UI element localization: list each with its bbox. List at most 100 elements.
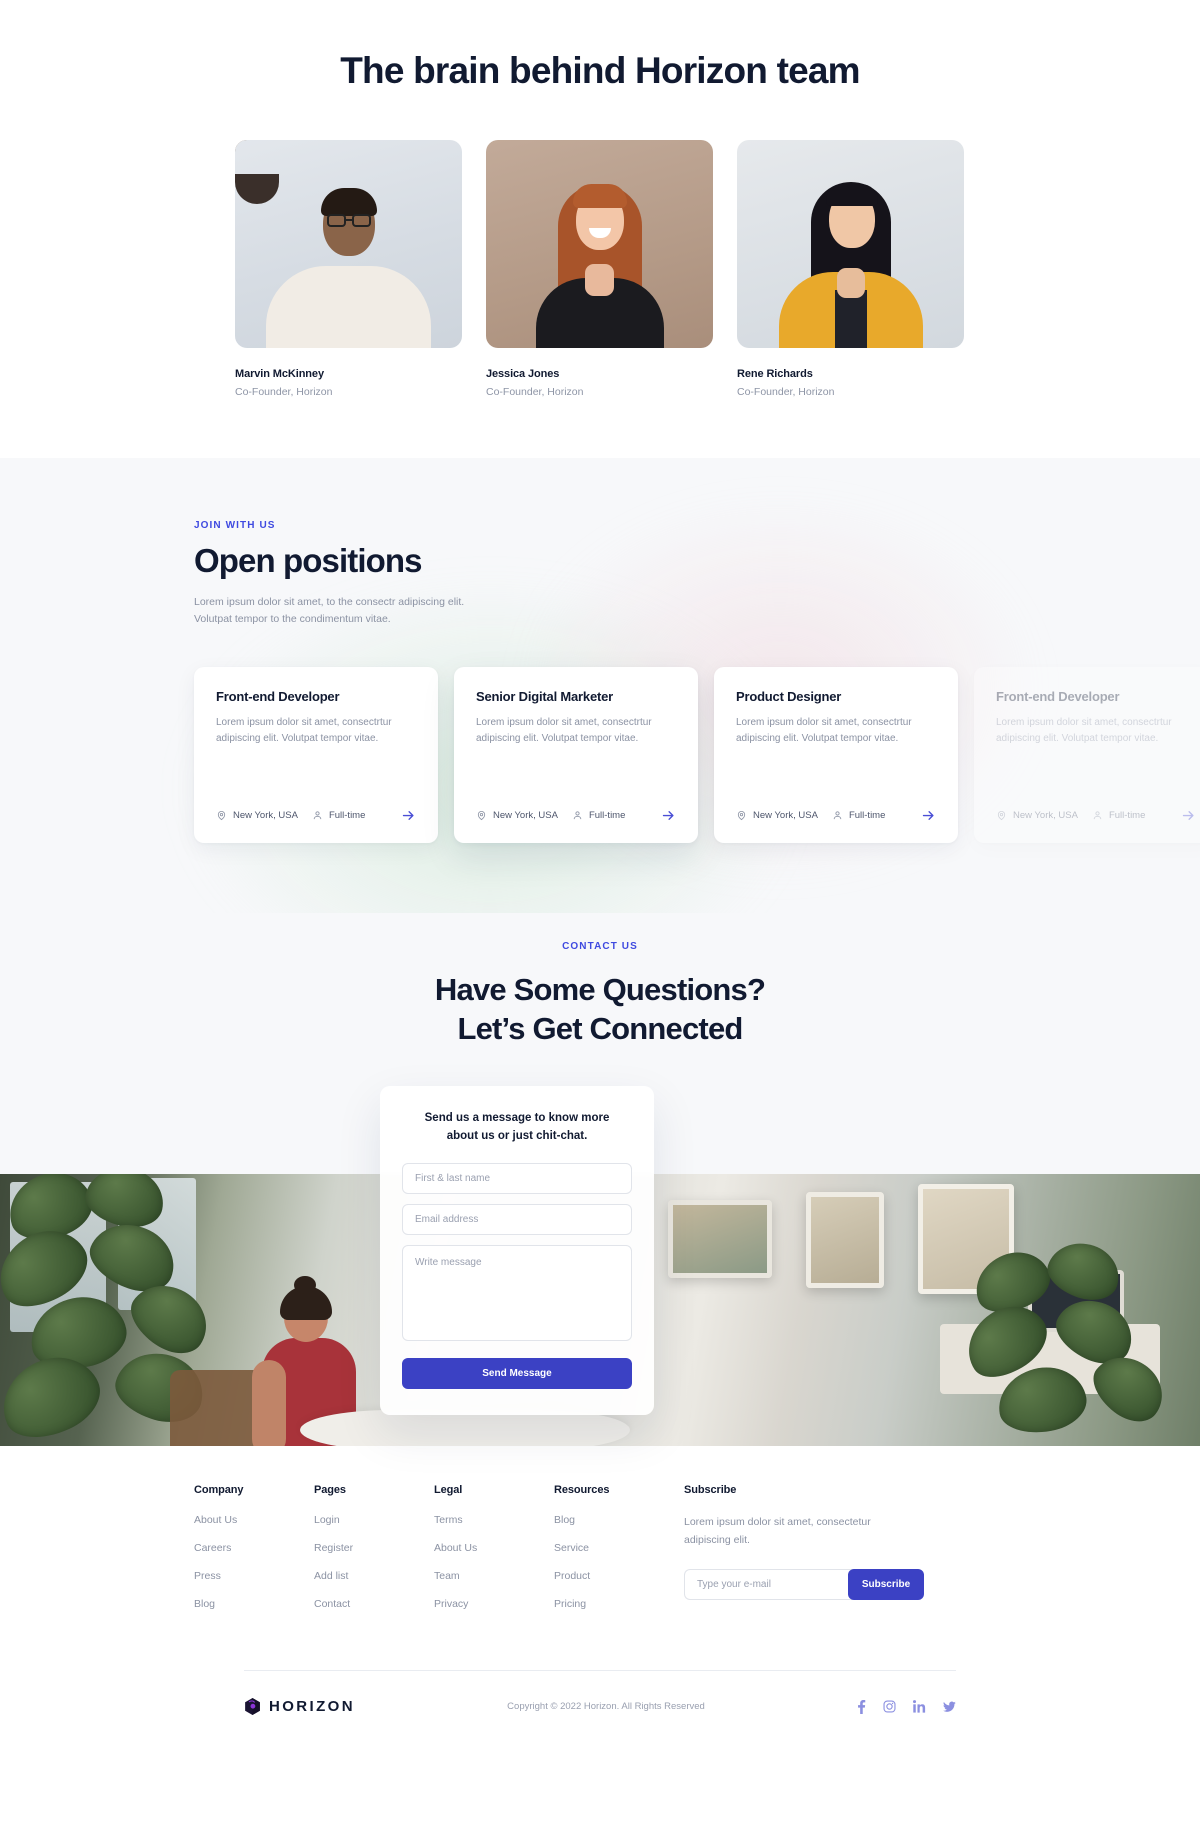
footer-column-title: Pages xyxy=(314,1484,346,1497)
footer-columns: Company About Us Careers Press Blog Page… xyxy=(0,1484,1200,1626)
job-type: Full-time xyxy=(312,810,365,821)
subscribe-button[interactable]: Subscribe xyxy=(848,1568,924,1600)
footer-column-resources: Resources Blog Service Product Pricing xyxy=(554,1484,674,1626)
team-member-role: Co-Founder, Horizon xyxy=(235,386,333,398)
location-pin-icon xyxy=(217,810,226,820)
twitter-icon xyxy=(943,1701,956,1712)
footer-link[interactable]: Product xyxy=(554,1570,674,1582)
team-member-name: Rene Richards xyxy=(737,368,813,380)
job-type-label: Full-time xyxy=(1108,809,1146,821)
contact-stage: Send us a message to know more about us … xyxy=(0,1086,1200,1447)
contact-form-card: Send us a message to know more about us … xyxy=(380,1086,654,1415)
footer-bottom-bar: HORIZON Copyright © 2022 Horizon. All Ri… xyxy=(244,1671,956,1746)
job-description: Lorem ipsum dolor sit amet, consectrtur … xyxy=(216,716,392,744)
job-location-label: New York, USA xyxy=(493,809,558,821)
job-card[interactable]: Front-end Developer Lorem ipsum dolor si… xyxy=(194,666,438,843)
team-member-card[interactable]: Jessica Jones Co-Founder, Horizon xyxy=(486,140,713,398)
footer-link[interactable]: Login xyxy=(314,1514,434,1526)
job-apply-arrow-button[interactable] xyxy=(401,808,416,823)
job-location-label: New York, USA xyxy=(1013,809,1078,821)
team-member-card[interactable]: Rene Richards Co-Founder, Horizon xyxy=(737,140,964,398)
contact-heading: Have Some Questions? Let’s Get Connected xyxy=(0,970,1200,1049)
footer-link[interactable]: Press xyxy=(194,1570,314,1582)
subscribe-description: Lorem ipsum dolor sit amet, consectetur … xyxy=(684,1516,871,1546)
subscribe-form: Subscribe xyxy=(684,1568,924,1600)
arrow-right-icon xyxy=(402,810,414,820)
footer-link[interactable]: Add list xyxy=(314,1570,434,1582)
footer-link[interactable]: Register xyxy=(314,1542,434,1554)
team-grid: Marvin McKinney Co-Founder, Horizon Jess… xyxy=(235,140,965,398)
team-member-name: Jessica Jones xyxy=(486,368,560,380)
twitter-link[interactable] xyxy=(943,1701,956,1713)
job-title: Front-end Developer xyxy=(216,688,340,704)
person-icon xyxy=(833,811,842,819)
footer-link[interactable]: About Us xyxy=(194,1514,314,1526)
footer-link[interactable]: About Us xyxy=(434,1542,554,1554)
message-textarea[interactable] xyxy=(402,1244,632,1341)
facebook-link[interactable] xyxy=(857,1699,866,1714)
contact-section: CONTACT US Have Some Questions? Let’s Ge… xyxy=(0,912,1200,1447)
footer-link[interactable]: Team xyxy=(434,1570,554,1582)
instagram-link[interactable] xyxy=(883,1700,896,1713)
job-location-label: New York, USA xyxy=(753,809,818,821)
open-positions-section: JOIN WITH US Open positions Lorem ipsum … xyxy=(0,458,1200,913)
job-card-footer: New York, USA Full-time xyxy=(736,792,936,843)
send-message-button[interactable]: Send Message xyxy=(402,1357,632,1389)
arrow-right-icon xyxy=(922,810,934,820)
job-card[interactable]: Senior Digital Marketer Lorem ipsum dolo… xyxy=(454,666,698,843)
team-member-photo xyxy=(737,140,964,348)
site-footer: Company About Us Careers Press Blog Page… xyxy=(0,1426,1200,1747)
job-description: Lorem ipsum dolor sit amet, consectrtur … xyxy=(476,716,652,744)
footer-link[interactable]: Terms xyxy=(434,1514,554,1526)
jobs-subtitle: Lorem ipsum dolor sit amet, to the conse… xyxy=(194,596,465,626)
footer-column-legal: Legal Terms About Us Team Privacy xyxy=(434,1484,554,1626)
footer-link[interactable]: Privacy xyxy=(434,1598,554,1610)
person-icon xyxy=(313,811,322,819)
job-description: Lorem ipsum dolor sit amet, consectrtur … xyxy=(996,716,1172,744)
job-card[interactable]: Front-end Developer Lorem ipsum dolor si… xyxy=(974,666,1200,843)
jobs-heading: Open positions xyxy=(194,542,422,579)
job-type-label: Full-time xyxy=(848,809,886,821)
plant-right xyxy=(953,1234,1200,1446)
footer-link[interactable]: Blog xyxy=(554,1514,674,1526)
subscribe-email-input[interactable] xyxy=(684,1568,854,1600)
job-description: Lorem ipsum dolor sit amet, consectrtur … xyxy=(736,716,912,744)
location-pin-icon xyxy=(477,810,486,820)
footer-column-title: Company xyxy=(194,1484,244,1497)
job-apply-arrow-button[interactable] xyxy=(661,808,676,823)
team-member-card[interactable]: Marvin McKinney Co-Founder, Horizon xyxy=(235,140,462,398)
job-card[interactable]: Product Designer Lorem ipsum dolor sit a… xyxy=(714,666,958,843)
email-input[interactable] xyxy=(402,1203,632,1235)
team-member-role: Co-Founder, Horizon xyxy=(486,386,584,398)
job-card-footer: New York, USA Full-time xyxy=(476,792,676,843)
job-location: New York, USA xyxy=(476,810,558,821)
linkedin-link[interactable] xyxy=(913,1700,926,1713)
location-pin-icon xyxy=(997,810,1006,820)
job-apply-arrow-button[interactable] xyxy=(1181,808,1196,823)
page-root: The brain behind Horizon team Marvin McK… xyxy=(0,0,1200,1747)
footer-link[interactable]: Pricing xyxy=(554,1598,674,1610)
facebook-icon xyxy=(858,1699,866,1714)
brand-name: HORIZON xyxy=(269,1698,355,1716)
footer-link[interactable]: Service xyxy=(554,1542,674,1554)
name-input[interactable] xyxy=(402,1162,632,1194)
footer-column-company: Company About Us Careers Press Blog xyxy=(194,1484,314,1626)
job-location-label: New York, USA xyxy=(233,809,298,821)
job-location: New York, USA xyxy=(736,810,818,821)
team-member-photo xyxy=(235,140,462,348)
footer-column-pages: Pages Login Register Add list Contact xyxy=(314,1484,434,1626)
person-icon xyxy=(573,811,582,819)
job-card-footer: New York, USA Full-time xyxy=(216,792,416,843)
page-title: The brain behind Horizon team xyxy=(340,50,860,91)
team-section: The brain behind Horizon team Marvin McK… xyxy=(0,0,1200,458)
job-title: Front-end Developer xyxy=(996,688,1120,704)
footer-link[interactable]: Careers xyxy=(194,1542,314,1554)
job-type-label: Full-time xyxy=(588,809,626,821)
job-cards-rail[interactable]: Front-end Developer Lorem ipsum dolor si… xyxy=(0,666,1200,843)
footer-link[interactable]: Contact xyxy=(314,1598,434,1610)
job-apply-arrow-button[interactable] xyxy=(921,808,936,823)
footer-link[interactable]: Blog xyxy=(194,1598,314,1610)
brand-logo[interactable]: HORIZON xyxy=(244,1697,355,1716)
job-location: New York, USA xyxy=(996,810,1078,821)
horizon-logo-icon xyxy=(245,1698,260,1716)
